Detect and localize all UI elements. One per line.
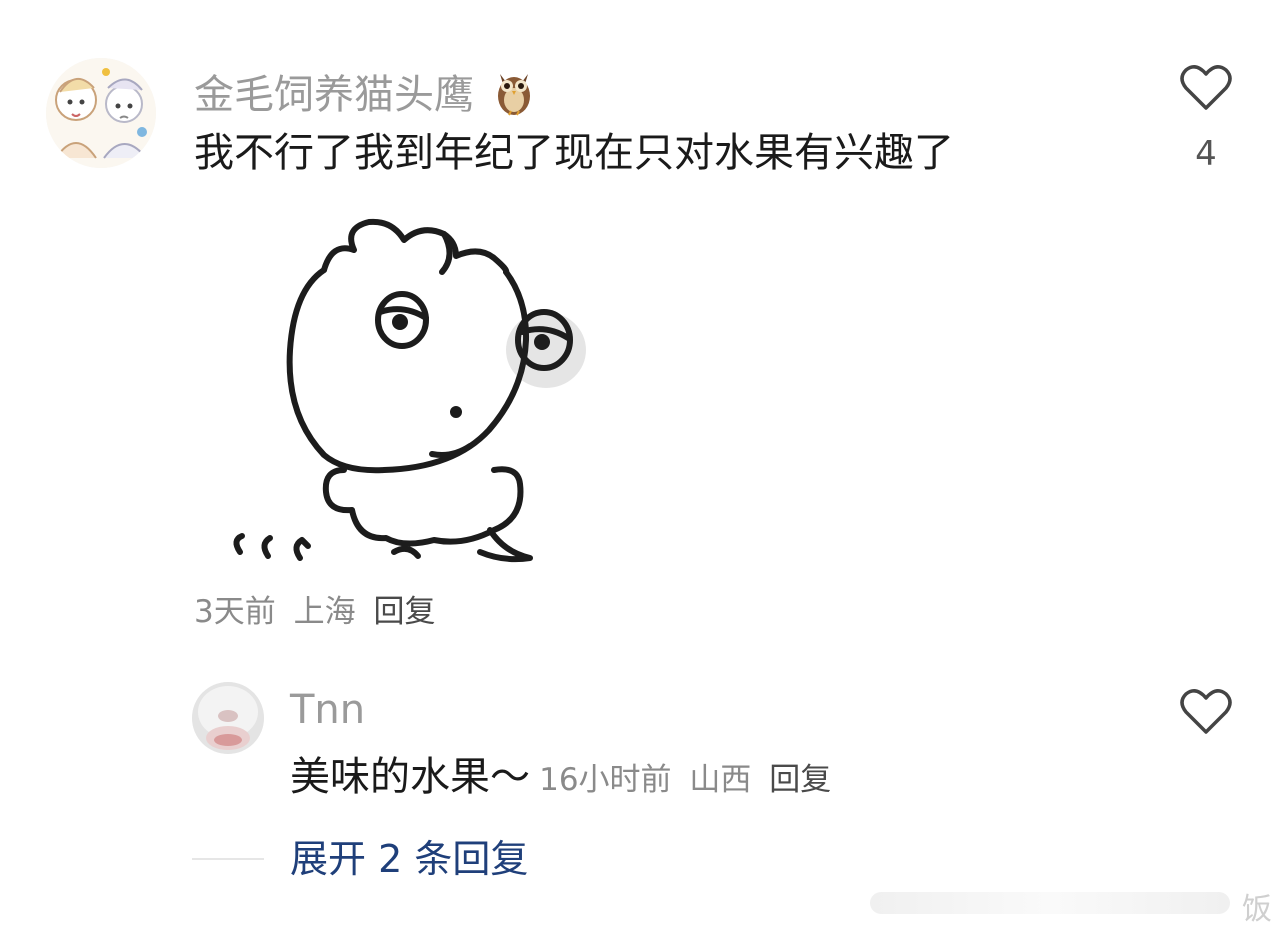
sticker-image[interactable] [194, 200, 634, 590]
reply-row: 美味的水果～ 16小时前 山西 回复 [290, 757, 839, 797]
username-text: 金毛饲养猫头鹰 [194, 72, 474, 118]
like-count: 4 [1195, 134, 1217, 174]
owl-emoji-icon [491, 66, 537, 116]
heart-icon [1180, 689, 1232, 734]
watermark-bar [870, 892, 1230, 914]
watermark: 饭 [870, 886, 1280, 927]
reply-location: 山西 [689, 762, 752, 798]
comment-time: 3天前 [194, 594, 276, 630]
avatar-illustration [46, 58, 156, 168]
reply-reply-button[interactable]: 回复 [769, 762, 831, 798]
comment-text: 我不行了我到年纪了现在只对水果有兴趣了 [194, 130, 954, 176]
reply-text: 美味的水果～ [290, 754, 530, 800]
watermark-text: 饭 [1242, 892, 1272, 927]
reply-username[interactable]: Tnn [290, 690, 365, 730]
expand-divider [192, 858, 264, 860]
comment-meta: 3天前 上海 回复 [194, 597, 443, 628]
reply-meta: 16小时前 山西 回复 [539, 762, 839, 798]
avatar[interactable] [46, 58, 156, 168]
comment-username[interactable]: 金毛饲养猫头鹰 [194, 66, 537, 116]
like-button[interactable] [1180, 64, 1232, 112]
comment-location: 上海 [293, 594, 356, 630]
reply-button[interactable]: 回复 [373, 594, 435, 630]
reply-time: 16小时前 [539, 762, 672, 798]
cartoon-sticker [233, 218, 586, 563]
cat-avatar-icon [192, 682, 264, 754]
expand-replies-button[interactable]: 展开 2 条回复 [290, 840, 528, 878]
heart-icon [1180, 65, 1232, 110]
reply-like-button[interactable] [1180, 688, 1232, 736]
reply-avatar[interactable] [192, 682, 264, 754]
